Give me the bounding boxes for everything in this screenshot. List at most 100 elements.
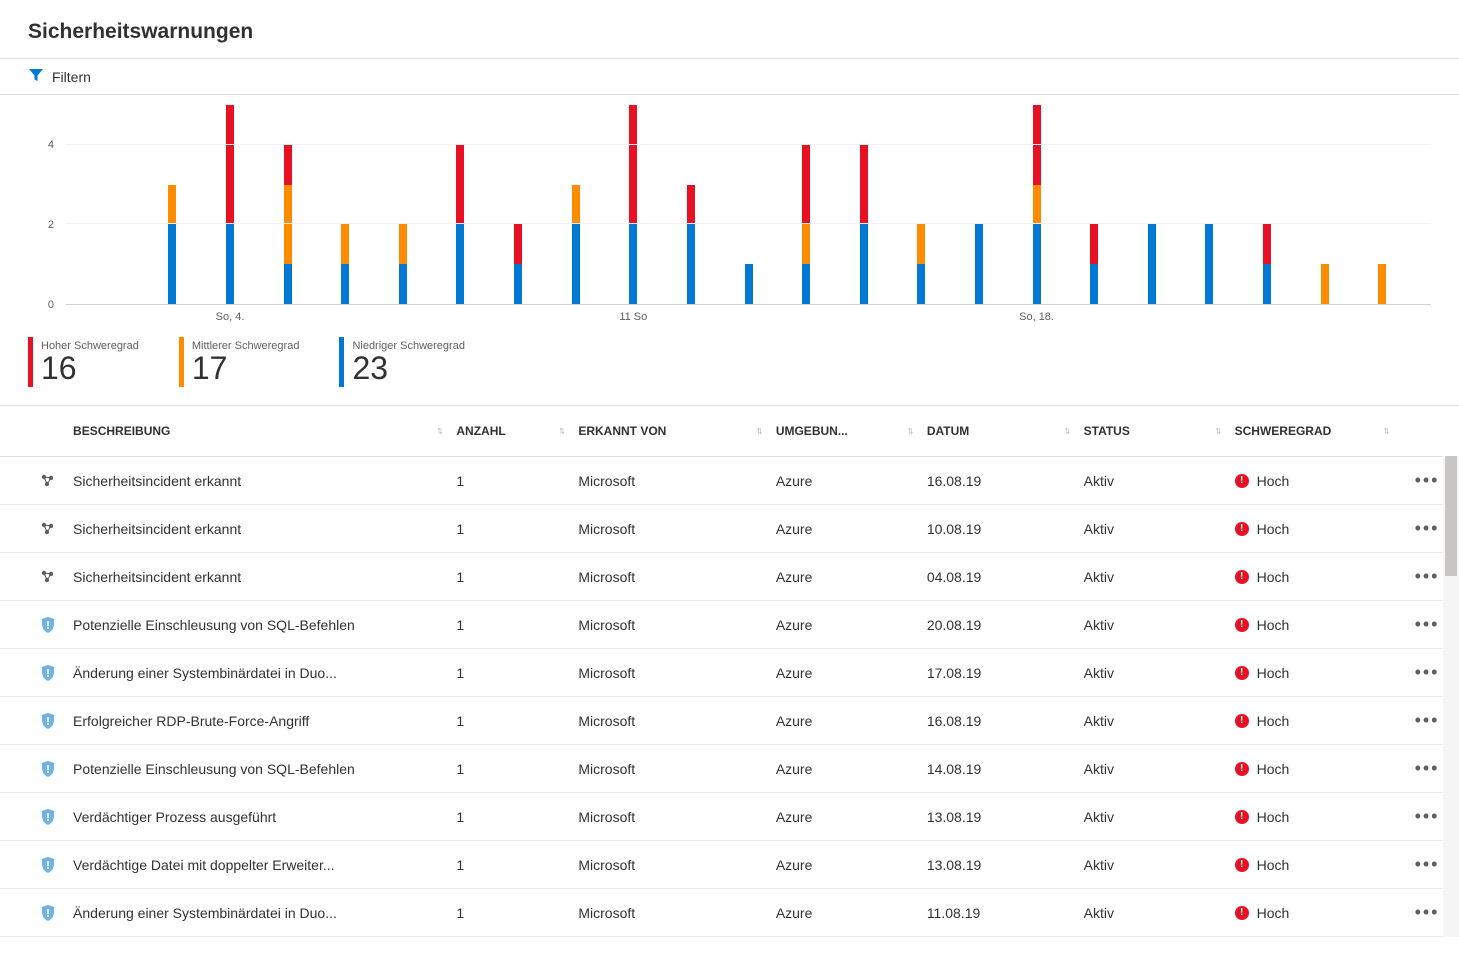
more-actions-button[interactable]: ••• xyxy=(1415,806,1440,826)
severity-high-icon: ! xyxy=(1235,618,1249,632)
col-env-header[interactable]: Umgebun... ↑↓ xyxy=(768,406,919,457)
more-actions-button[interactable]: ••• xyxy=(1415,662,1440,682)
cell-date: 13.08.19 xyxy=(919,793,1076,841)
table-row[interactable]: Sicherheitsincident erkannt1MicrosoftAzu… xyxy=(0,553,1459,601)
chart-bar[interactable] xyxy=(1238,105,1296,304)
col-description-header[interactable]: Beschreibung ↑↓ xyxy=(65,406,448,457)
summary-high-count: 16 xyxy=(41,352,139,384)
table-row[interactable]: Änderung einer Systembinärdatei in Duo..… xyxy=(0,889,1459,937)
cell-severity: !Hoch xyxy=(1227,505,1395,553)
chart-bar[interactable] xyxy=(201,105,259,304)
table-row[interactable]: Sicherheitsincident erkannt1MicrosoftAzu… xyxy=(0,505,1459,553)
summary-high[interactable]: Hoher Schweregrad 16 xyxy=(28,337,139,387)
more-actions-button[interactable]: ••• xyxy=(1415,518,1440,538)
cell-date: 04.08.19 xyxy=(919,553,1076,601)
cell-environment: Azure xyxy=(768,745,919,793)
cell-severity: !Hoch xyxy=(1227,841,1395,889)
cell-severity: !Hoch xyxy=(1227,697,1395,745)
sort-icon: ↑↓ xyxy=(1064,426,1068,437)
cell-severity: !Hoch xyxy=(1227,889,1395,937)
summary-medium-count: 17 xyxy=(192,352,300,384)
cell-description: Erfolgreicher RDP-Brute-Force-Angriff xyxy=(65,697,448,745)
cell-description: Sicherheitsincident erkannt xyxy=(65,457,448,505)
chart-bar[interactable] xyxy=(1123,105,1181,304)
cell-status: Aktiv xyxy=(1076,601,1227,649)
cell-severity: !Hoch xyxy=(1227,745,1395,793)
filter-button[interactable]: Filtern xyxy=(0,58,1459,95)
cell-detected: Microsoft xyxy=(570,649,767,697)
chart-bar[interactable] xyxy=(374,105,432,304)
more-actions-button[interactable]: ••• xyxy=(1415,758,1440,778)
cell-count: 1 xyxy=(448,697,570,745)
chart-bar[interactable] xyxy=(1353,105,1411,304)
chart-bar[interactable] xyxy=(950,105,1008,304)
chart-bar[interactable] xyxy=(720,105,778,304)
shield-icon xyxy=(0,697,65,745)
chart-bar[interactable] xyxy=(604,105,662,304)
summary-medium[interactable]: Mittlerer Schweregrad 17 xyxy=(179,337,300,387)
table-row[interactable]: Potenzielle Einschleusung von SQL-Befehl… xyxy=(0,745,1459,793)
chart-bar[interactable] xyxy=(1065,105,1123,304)
chart-bar[interactable] xyxy=(547,105,605,304)
more-actions-button[interactable]: ••• xyxy=(1415,470,1440,490)
col-status-header[interactable]: Status ↑↓ xyxy=(1076,406,1227,457)
summary-low[interactable]: Niedriger Schweregrad 23 xyxy=(339,337,465,387)
summary-low-bar xyxy=(339,337,344,387)
col-count-header[interactable]: Anzahl ↑↓ xyxy=(448,406,570,457)
cell-status: Aktiv xyxy=(1076,745,1227,793)
severity-high-icon: ! xyxy=(1235,570,1249,584)
cell-date: 16.08.19 xyxy=(919,697,1076,745)
chart-bar[interactable] xyxy=(835,105,893,304)
cell-count: 1 xyxy=(448,553,570,601)
severity-high-icon: ! xyxy=(1235,762,1249,776)
alerts-chart: 024 So, 4.11 SoSo, 18. xyxy=(0,95,1459,323)
table-row[interactable]: Änderung einer Systembinärdatei in Duo..… xyxy=(0,649,1459,697)
sort-icon: ↑↓ xyxy=(756,426,760,437)
cell-status: Aktiv xyxy=(1076,553,1227,601)
more-actions-button[interactable]: ••• xyxy=(1415,566,1440,586)
table-row[interactable]: Verdächtiger Prozess ausgeführt1Microsof… xyxy=(0,793,1459,841)
more-actions-button[interactable]: ••• xyxy=(1415,614,1440,634)
chart-bar[interactable] xyxy=(1181,105,1239,304)
more-actions-button[interactable]: ••• xyxy=(1415,902,1440,922)
table-row[interactable]: Sicherheitsincident erkannt1MicrosoftAzu… xyxy=(0,457,1459,505)
scrollbar-thumb[interactable] xyxy=(1445,456,1457,576)
more-actions-button[interactable]: ••• xyxy=(1415,854,1440,874)
severity-high-icon: ! xyxy=(1235,810,1249,824)
cell-status: Aktiv xyxy=(1076,505,1227,553)
sort-icon: ↑↓ xyxy=(436,426,440,437)
chart-bar[interactable] xyxy=(893,105,951,304)
table-row[interactable]: Verdächtige Datei mit doppelter Erweiter… xyxy=(0,841,1459,889)
filter-icon xyxy=(28,67,44,86)
incident-icon xyxy=(0,457,65,505)
chart-bar[interactable] xyxy=(777,105,835,304)
chart-bar[interactable] xyxy=(489,105,547,304)
chart-bar[interactable] xyxy=(259,105,317,304)
chart-bar[interactable] xyxy=(144,105,202,304)
col-date-header[interactable]: Datum ↑↓ xyxy=(919,406,1076,457)
cell-description: Potenzielle Einschleusung von SQL-Befehl… xyxy=(65,601,448,649)
chart-bar[interactable] xyxy=(662,105,720,304)
chart-bar[interactable] xyxy=(432,105,490,304)
cell-detected: Microsoft xyxy=(570,457,767,505)
chart-bar[interactable] xyxy=(86,105,144,304)
col-detected-header[interactable]: Erkannt von ↑↓ xyxy=(570,406,767,457)
more-actions-button[interactable]: ••• xyxy=(1415,710,1440,730)
table-row[interactable]: Erfolgreicher RDP-Brute-Force-Angriff1Mi… xyxy=(0,697,1459,745)
cell-severity: !Hoch xyxy=(1227,553,1395,601)
sort-icon: ↑↓ xyxy=(907,426,911,437)
shield-icon xyxy=(0,841,65,889)
chart-bar[interactable] xyxy=(1008,105,1066,304)
table-row[interactable]: Potenzielle Einschleusung von SQL-Befehl… xyxy=(0,601,1459,649)
chart-bar[interactable] xyxy=(316,105,374,304)
scrollbar[interactable] xyxy=(1443,456,1459,937)
col-icon-header xyxy=(0,406,65,457)
cell-detected: Microsoft xyxy=(570,697,767,745)
shield-icon xyxy=(0,745,65,793)
summary-medium-bar xyxy=(179,337,184,387)
severity-high-icon: ! xyxy=(1235,666,1249,680)
cell-severity: !Hoch xyxy=(1227,457,1395,505)
chart-bar[interactable] xyxy=(1296,105,1354,304)
cell-detected: Microsoft xyxy=(570,793,767,841)
col-severity-header[interactable]: Schweregrad ↑↓ xyxy=(1227,406,1395,457)
